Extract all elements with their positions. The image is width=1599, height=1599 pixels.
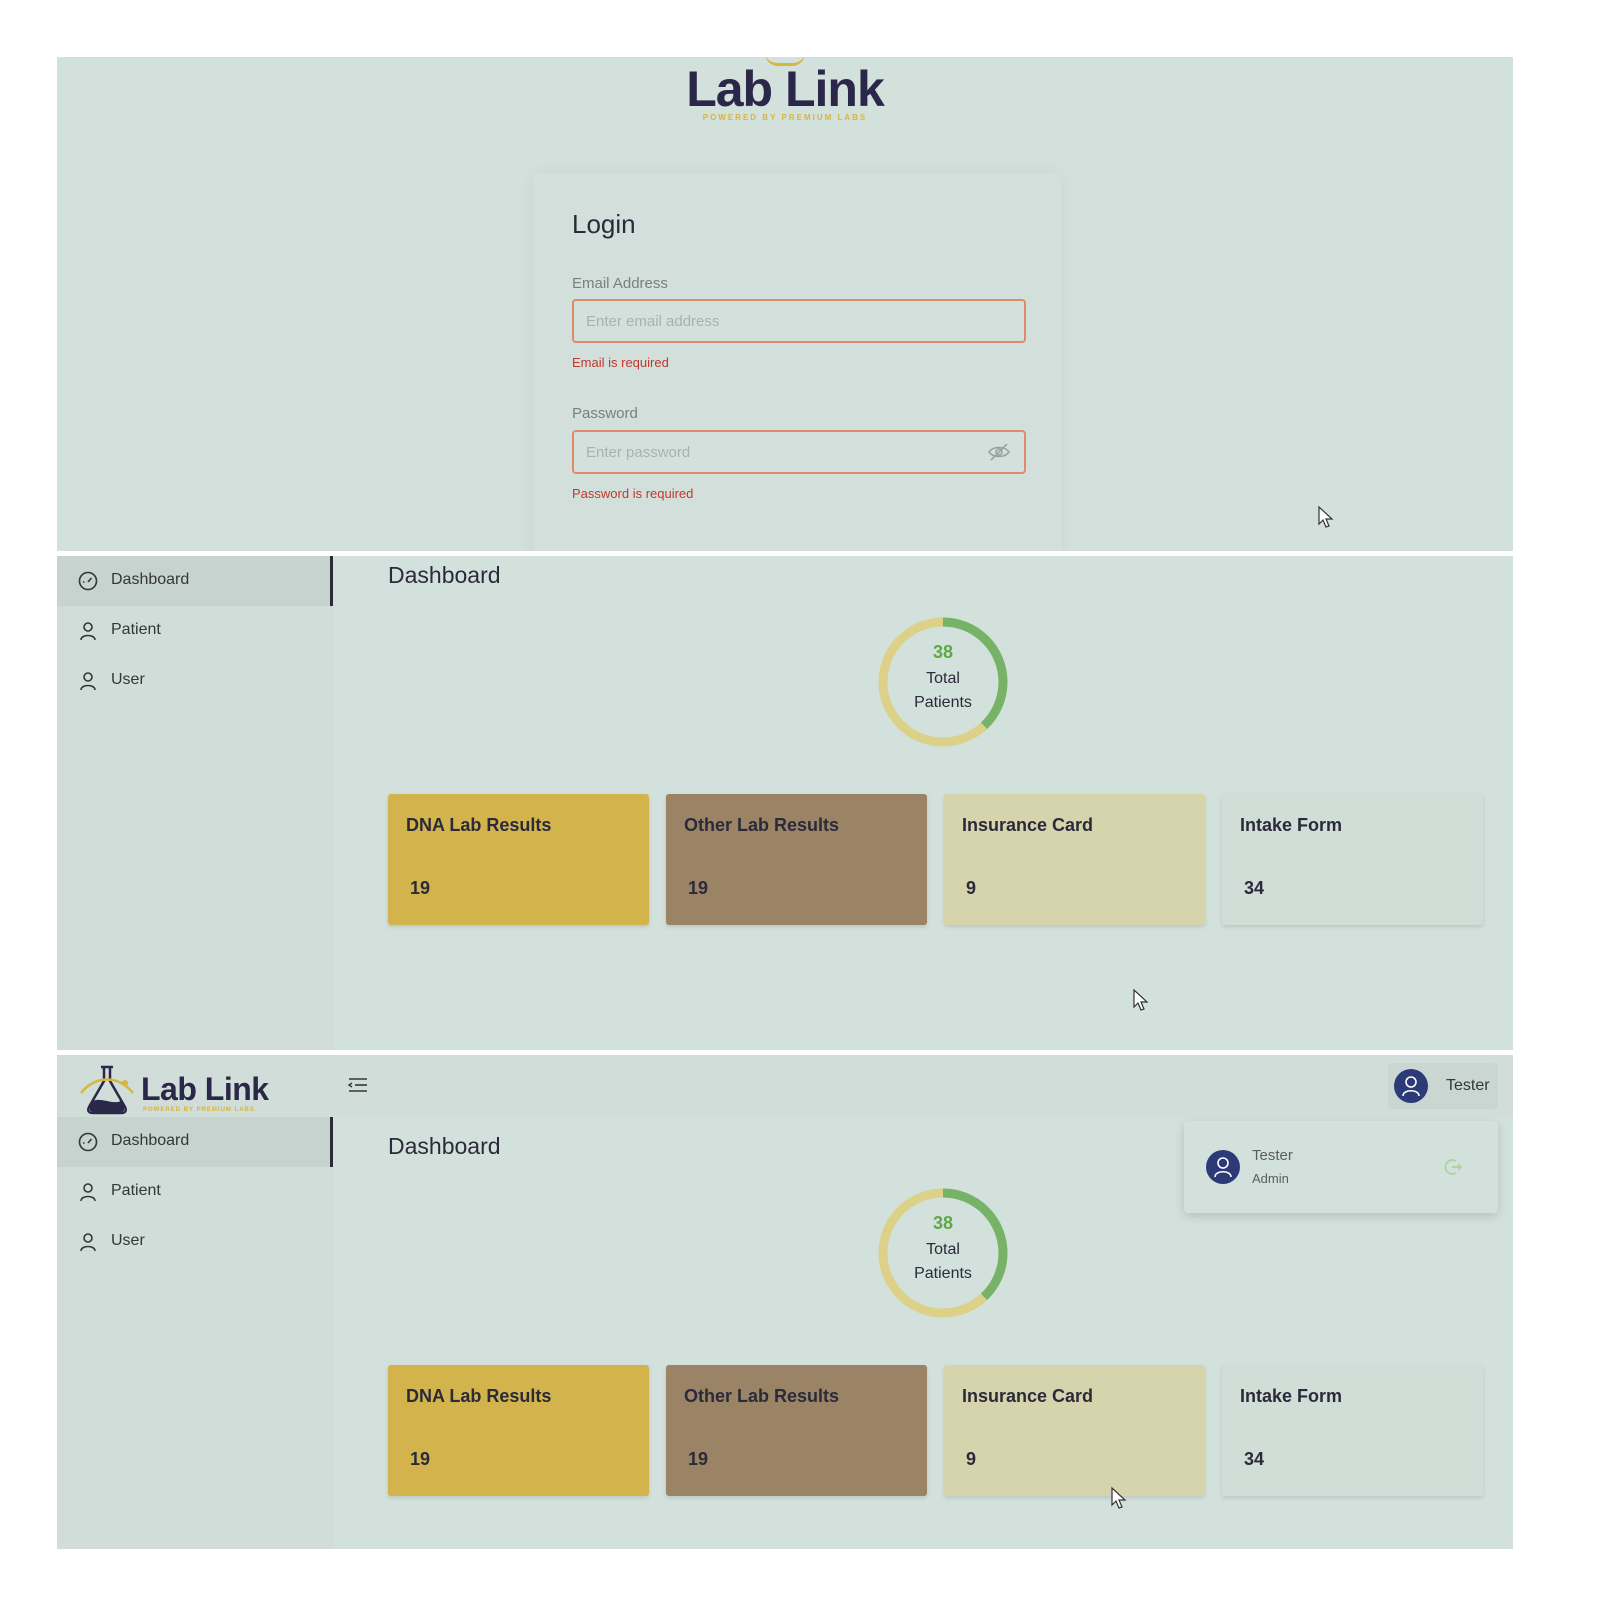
sidebar-item-dashboard[interactable]: Dashboard <box>57 556 333 606</box>
card-title: Insurance Card <box>962 815 1094 835</box>
sidebar: Dashboard Patient User <box>57 1117 333 1549</box>
password-placeholder: Enter password <box>586 444 691 461</box>
card-title: Other Lab Results <box>684 1386 840 1406</box>
total-patients-donut: 38 Total Patients <box>873 612 1013 752</box>
dropdown-user-role: Admin <box>1252 1171 1289 1186</box>
sidebar-item-user[interactable]: User <box>57 656 333 706</box>
sidebar-item-user[interactable]: User <box>57 1217 333 1267</box>
card-insurance-card[interactable]: Insurance Card 9 <box>944 1365 1205 1496</box>
mouse-cursor-icon <box>1133 988 1149 1011</box>
card-value: 19 <box>688 1449 709 1469</box>
user-icon <box>80 622 96 641</box>
card-title: DNA Lab Results <box>406 815 552 835</box>
card-value: 19 <box>410 878 431 898</box>
password-error: Password is required <box>572 486 694 501</box>
user-icon <box>80 1233 96 1252</box>
card-value: 19 <box>410 1449 431 1469</box>
email-field[interactable]: Enter email address <box>572 299 1026 343</box>
total-patients-value: 38 <box>932 1213 954 1233</box>
brand-name: Lab Link <box>686 61 885 117</box>
avatar <box>1206 1150 1240 1184</box>
sidebar-item-patient[interactable]: Patient <box>57 606 333 656</box>
mouse-cursor-icon <box>1111 1486 1127 1509</box>
menu-toggle-icon[interactable] <box>347 1075 369 1095</box>
user-dropdown: Tester Admin <box>1184 1121 1498 1213</box>
sidebar-item-label: Dashboard <box>111 1132 190 1149</box>
password-label: Password <box>572 405 638 422</box>
card-intake-form[interactable]: Intake Form 34 <box>1222 1365 1483 1496</box>
patients-label: Patients <box>914 694 972 711</box>
login-card: Login Email Address Enter email address … <box>533 173 1061 551</box>
total-label: Total <box>926 1241 960 1258</box>
card-intake-form[interactable]: Intake Form 34 <box>1222 794 1483 925</box>
login-title: Login <box>572 209 636 239</box>
card-dna-lab-results[interactable]: DNA Lab Results 19 <box>388 794 649 925</box>
sidebar-item-label: Patient <box>111 621 161 638</box>
user-icon <box>80 672 96 691</box>
sidebar-item-patient[interactable]: Patient <box>57 1167 333 1217</box>
patients-label: Patients <box>914 1265 972 1282</box>
sidebar-item-label: Dashboard <box>111 571 190 588</box>
card-other-lab-results[interactable]: Other Lab Results 19 <box>666 1365 927 1496</box>
logout-icon[interactable] <box>1442 1157 1462 1177</box>
card-title: Other Lab Results <box>684 815 840 835</box>
login-screen: Lab Link POWERED BY PREMIUM LABS Login E… <box>57 57 1513 551</box>
flask-logo-icon <box>80 1065 134 1115</box>
brand-logo: Lab Link POWERED BY PREMIUM LABS <box>77 1063 277 1117</box>
sidebar-item-label: User <box>111 1232 145 1249</box>
card-value: 34 <box>1244 878 1265 898</box>
user-name: Tester <box>1446 1077 1490 1094</box>
sidebar-item-dashboard[interactable]: Dashboard <box>57 1117 333 1167</box>
card-insurance-card[interactable]: Insurance Card 9 <box>944 794 1205 925</box>
dashboard-gauge-icon <box>78 1132 98 1152</box>
dashboard-gauge-icon <box>78 571 98 591</box>
mouse-cursor-icon <box>1318 505 1334 528</box>
card-value: 9 <box>966 1449 977 1469</box>
top-bar: Lab Link POWERED BY PREMIUM LABS Tester <box>57 1055 1513 1117</box>
eye-off-icon[interactable] <box>988 443 1010 461</box>
dashboard-screen: Dashboard Patient User Dashboard 38 Tota… <box>57 556 1513 1050</box>
card-title: Insurance Card <box>962 1386 1094 1406</box>
password-field[interactable]: Enter password <box>572 430 1026 474</box>
sidebar-item-label: Patient <box>111 1182 161 1199</box>
card-title: DNA Lab Results <box>406 1386 552 1406</box>
avatar <box>1394 1069 1428 1103</box>
brand-tagline: POWERED BY PREMIUM LABS <box>702 113 868 122</box>
email-error: Email is required <box>572 355 669 370</box>
email-placeholder: Enter email address <box>586 313 720 330</box>
user-icon <box>80 1183 96 1202</box>
page-title: Dashboard <box>388 1133 501 1159</box>
card-title: Intake Form <box>1240 1386 1343 1406</box>
card-value: 19 <box>688 878 709 898</box>
total-patients-donut: 38 Total Patients <box>873 1183 1013 1323</box>
email-label: Email Address <box>572 275 668 292</box>
card-title: Intake Form <box>1240 815 1343 835</box>
total-label: Total <box>926 670 960 687</box>
brand-logo: Lab Link POWERED BY PREMIUM LABS <box>57 61 1513 122</box>
card-other-lab-results[interactable]: Other Lab Results 19 <box>666 794 927 925</box>
brand-name: Lab Link <box>141 1071 269 1107</box>
dropdown-user-name: Tester <box>1252 1147 1293 1164</box>
user-avatar-icon <box>1214 1157 1232 1178</box>
card-dna-lab-results[interactable]: DNA Lab Results 19 <box>388 1365 649 1496</box>
sidebar-item-label: User <box>111 671 145 688</box>
dashboard-user-menu-screen: Lab Link POWERED BY PREMIUM LABS Tester <box>57 1055 1513 1549</box>
sidebar: Dashboard Patient User <box>57 556 333 1050</box>
card-value: 9 <box>966 878 977 898</box>
brand-tagline: POWERED BY PREMIUM LABS <box>143 1107 255 1113</box>
page-title: Dashboard <box>388 562 501 588</box>
user-avatar-icon <box>1402 1076 1420 1097</box>
user-menu-button[interactable]: Tester <box>1388 1063 1498 1109</box>
total-patients-value: 38 <box>932 642 954 662</box>
card-value: 34 <box>1244 1449 1265 1469</box>
